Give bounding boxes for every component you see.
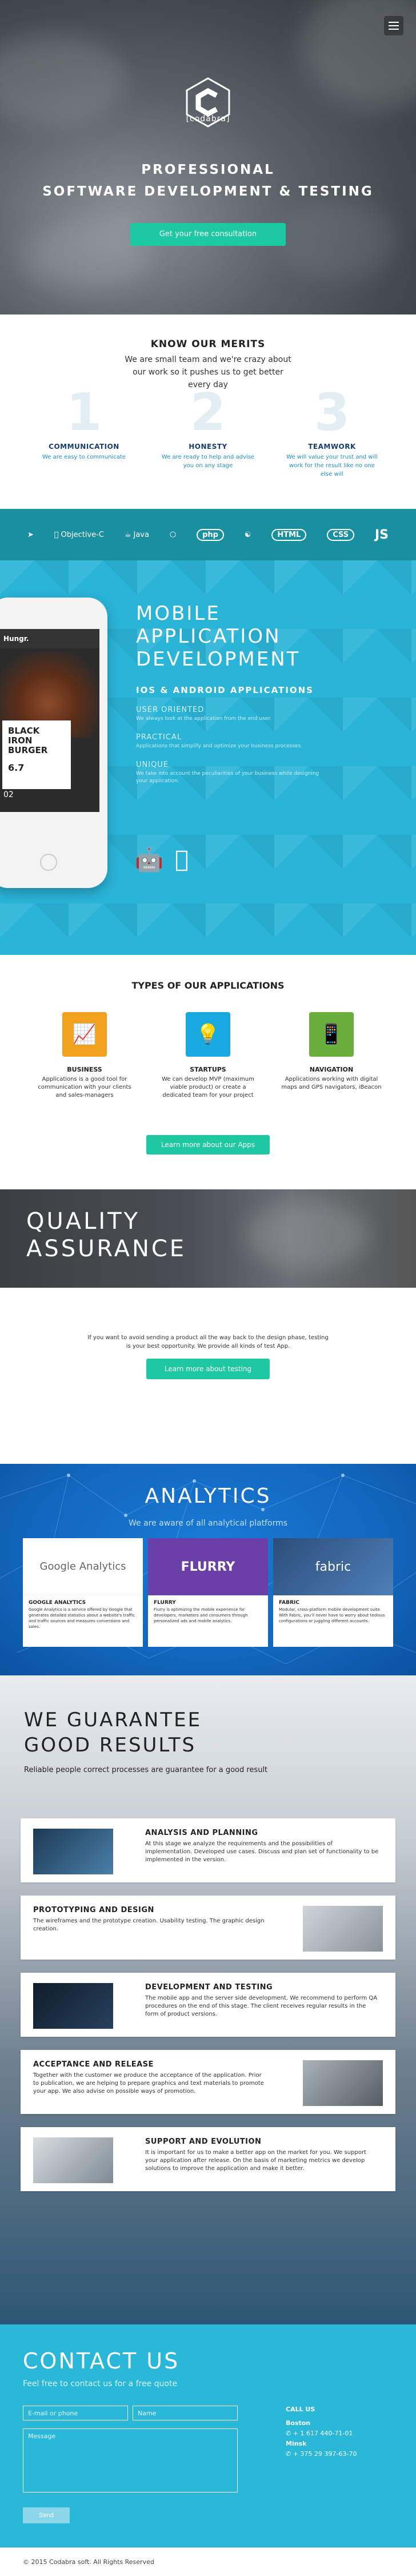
android-icon: 🤖 xyxy=(135,847,163,873)
acceptance-image xyxy=(303,2060,383,2106)
app-types-section: TYPES OF OUR APPLICATIONS 📈 BUSINESS App… xyxy=(0,955,416,1189)
mobile-title: MOBILE APPLICATION DEVELOPMENT xyxy=(136,602,301,671)
type-business: 📈 BUSINESS Applications is a good tool f… xyxy=(33,1012,136,1100)
development-image xyxy=(33,1983,113,2029)
objective-c-item: Objective-C xyxy=(54,531,104,539)
apple-icon:  xyxy=(175,846,189,873)
merit-number: 2 xyxy=(190,383,226,443)
lightbulb-icon: 💡 xyxy=(186,1012,230,1057)
java-item: ☕ Java xyxy=(121,530,149,539)
merits-section: KNOW OUR MERITS We are small team and we… xyxy=(0,314,416,509)
node-icon: ⬡ xyxy=(167,530,176,539)
swift-icon: ➤ xyxy=(27,530,34,539)
html-item: HTML xyxy=(271,528,307,541)
feature-user-oriented: USER ORIENTED We always look at the appl… xyxy=(136,706,272,722)
google-analytics-logo: Google Analytics xyxy=(23,1538,143,1595)
merit-title: HONESTY xyxy=(189,443,227,451)
php-item: php xyxy=(197,528,224,541)
feature-practical: PRACTICAL Applications that simplify and… xyxy=(136,733,303,749)
phone-icon: ✆ xyxy=(286,2430,293,2437)
menu-icon[interactable] xyxy=(384,16,403,35)
home-button-icon xyxy=(40,854,57,871)
merit-communication: 1 COMMUNICATION We are easy to communica… xyxy=(35,384,133,461)
codabra-logo-icon xyxy=(186,77,230,128)
analytics-title: ANALYTICS xyxy=(145,1484,271,1508)
guarantee-subtitle: Reliable people correct processes are gu… xyxy=(24,1766,268,1774)
merits-title: KNOW OUR MERITS xyxy=(150,339,266,350)
js-item: JS xyxy=(374,527,389,542)
step-support: SUPPORT AND EVOLUTION It is important fo… xyxy=(21,2127,395,2191)
phone-minsk[interactable]: ✆ + 375 29 397-63-70 xyxy=(286,2449,357,2459)
email-field[interactable] xyxy=(23,2406,128,2420)
name-field[interactable] xyxy=(133,2406,238,2420)
python-icon: ☯ xyxy=(242,530,251,539)
step-acceptance: ACCEPTANCE AND RELEASE Together with the… xyxy=(21,2050,395,2114)
analytics-subtitle: We are aware of all analytical platforms xyxy=(128,1519,288,1528)
analysis-image xyxy=(33,1829,113,1874)
prototyping-image xyxy=(303,1906,383,1952)
merit-number: 1 xyxy=(66,383,102,443)
hero-title-line2: SOFTWARE DEVELOPMENT & TESTING xyxy=(42,184,374,199)
hero-title: PROFESSIONAL SOFTWARE DEVELOPMENT & TEST… xyxy=(0,159,416,202)
css-item: CSS xyxy=(327,528,355,541)
card-fabric: fabric FABRIC Modular, cross-platform mo… xyxy=(273,1538,393,1647)
analytics-section: ANALYTICS We are aware of all analytical… xyxy=(0,1464,416,1675)
java-cup-icon: ☕ xyxy=(121,530,131,539)
feature-unique: UNIQUE We take into account the peculiar… xyxy=(136,761,319,784)
qa-text: If you want to avoid sending a product a… xyxy=(87,1335,329,1349)
send-button[interactable]: Send xyxy=(23,2507,70,2523)
step-prototyping: PROTOTYPING AND DESIGN The wireframes an… xyxy=(21,1896,395,1960)
apple-icon:  xyxy=(54,531,59,539)
type-startups: 💡 STARTUPS We can develop MVP (maximum v… xyxy=(157,1012,259,1100)
dish-card: BLACK IRON BURGER 6.7 xyxy=(2,720,71,789)
phone-mockup: Hungr. BLACK IRON BURGER 6.7 02 xyxy=(0,598,107,888)
merit-title: COMMUNICATION xyxy=(49,443,119,451)
step-analysis: ANALYSIS AND PLANNING At this stage we a… xyxy=(21,1818,395,1882)
free-consultation-button[interactable]: Get your free consultation xyxy=(130,223,286,246)
copyright: © 2015 Codabra soft. All Rights Reserved xyxy=(23,2558,154,2566)
merit-text: We are ready to help and advise you on a… xyxy=(161,454,255,469)
call-us-block: CALL US Boston ✆ + 1 617 440-71-01 Minsk… xyxy=(286,2404,357,2459)
card-flurry: FLURRY FLURRY Flurry is optimizing the m… xyxy=(148,1538,268,1647)
contact-section: CONTACT US Feel free to contact us for a… xyxy=(0,2324,416,2547)
learn-more-apps-button[interactable]: Learn more about our Apps xyxy=(146,1135,270,1154)
fabric-logo: fabric xyxy=(273,1538,393,1595)
flurry-logo: FLURRY xyxy=(148,1538,268,1595)
merit-number: 3 xyxy=(314,383,350,443)
merit-text: We are easy to communicate xyxy=(42,454,126,460)
merit-text: We will value your trust and will work f… xyxy=(286,454,378,477)
card-google-analytics: Google Analytics GOOGLE ANALYTICS Google… xyxy=(23,1538,143,1647)
mobile-development-section: Hungr. BLACK IRON BURGER 6.7 02 MOBILE A… xyxy=(0,560,416,955)
quality-assurance-section: QUALITY ASSURANCE If you want to avoid s… xyxy=(0,1189,416,1464)
hero-section: [codabra] PROFESSIONAL SOFTWARE DEVELOPM… xyxy=(0,0,416,314)
message-field[interactable] xyxy=(23,2428,238,2493)
merit-title: TEAMWORK xyxy=(308,443,356,451)
contact-subtitle: Feel free to contact us for a free quote xyxy=(23,2379,178,2388)
support-image xyxy=(33,2137,113,2183)
merit-honesty: 2 HONESTY We are ready to help and advis… xyxy=(159,384,257,470)
step-development: DEVELOPMENT AND TESTING The mobile app a… xyxy=(21,1973,395,2037)
chart-icon: 📈 xyxy=(62,1012,107,1057)
guarantee-section: WE GUARANTEE GOOD RESULTS Reliable peopl… xyxy=(0,1675,416,2324)
logo-text: [codabra] xyxy=(186,114,230,124)
navigation-phone-icon: 📱 xyxy=(309,1012,354,1057)
guarantee-title: WE GUARANTEE GOOD RESULTS xyxy=(24,1709,202,1757)
phone-icon: ✆ xyxy=(286,2450,293,2458)
app-name: Hungr. xyxy=(0,629,99,648)
phone-boston[interactable]: ✆ + 1 617 440-71-01 xyxy=(286,2428,357,2439)
technology-strip: ➤ Objective-C ☕Java ⬡ php ☯ HTML CSS JS xyxy=(0,509,416,560)
types-title: TYPES OF OUR APPLICATIONS xyxy=(131,980,285,991)
hero-title-line1: PROFESSIONAL xyxy=(141,162,275,177)
footer: © 2015 Codabra soft. All Rights Reserved xyxy=(0,2547,416,2576)
type-navigation: 📱 NAVIGATION Applications working with d… xyxy=(280,1012,383,1092)
mobile-subtitle: IOS & ANDROID APPLICATIONS xyxy=(136,685,314,695)
learn-more-testing-button[interactable]: Learn more about testing xyxy=(146,1359,270,1379)
merit-teamwork: 3 TEAMWORK We will value your trust and … xyxy=(283,384,381,479)
qa-title: QUALITY ASSURANCE xyxy=(26,1208,187,1262)
contact-title: CONTACT US xyxy=(23,2348,180,2374)
